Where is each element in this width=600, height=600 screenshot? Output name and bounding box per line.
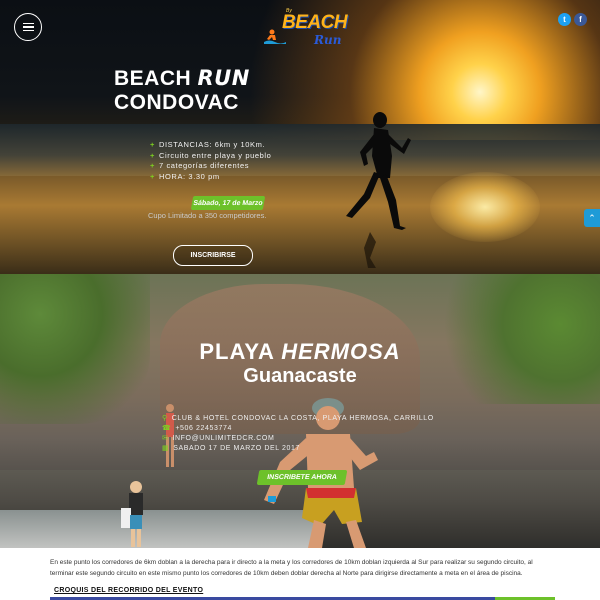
email-icon: ✉ [162, 435, 169, 442]
register-now-button[interactable]: INSCRIBETE AHORA [256, 470, 348, 485]
map-pin-icon: ⚲ [162, 415, 168, 422]
phone-icon: ☎ [162, 425, 172, 432]
register-button[interactable]: INSCRIBIRSE [173, 245, 253, 266]
hero-title-accent: RUN [197, 66, 250, 90]
route-description: En este punto los corredores de 6km dobl… [50, 559, 533, 577]
chevron-up-icon: ⌃ [588, 212, 596, 223]
beach-run-logo[interactable]: By BEACH Run [262, 8, 348, 48]
logo-beach-text: BEACH [282, 12, 348, 33]
hero-section: By BEACH Run t f BEACH RUN CONDOVAC + DIS… [0, 0, 600, 274]
detail-item: + Circuito entre playa y pueblo [150, 150, 272, 160]
location-subtitle: Guanacaste [243, 365, 357, 387]
location-title-accent: HERMOSA [281, 339, 401, 364]
sun-reflection [430, 172, 540, 242]
hero-title: BEACH RUN CONDOVAC [114, 66, 250, 114]
runner-silhouette [346, 112, 411, 268]
sea [0, 124, 600, 176]
menu-button[interactable] [14, 13, 42, 41]
contact-item: ⚲ CLUB & HOTEL CONDOVAC LA COSTA, PLAYA H… [162, 415, 434, 422]
contact-item[interactable]: ☎ +506 22453774 [162, 424, 434, 434]
detail-item: +7 categorías diferentes [150, 161, 250, 170]
child-figure [121, 481, 143, 547]
location-title: PLAYA HERMOSA [199, 339, 401, 364]
event-details-list: + DISTANCIAS: 6km y 10Km. + Circuito entre… [150, 140, 271, 182]
scroll-top-button[interactable]: ⌃ [584, 209, 600, 227]
calendar-icon: ▦ [162, 445, 170, 452]
date-badge: Sábado, 17 de Marzo [190, 196, 266, 210]
twitter-icon[interactable]: t [558, 13, 571, 26]
logo-run-text: Run [314, 33, 342, 47]
plus-icon: + [150, 161, 155, 170]
detail-item: + HORA: 3.30 pm [150, 171, 220, 181]
plus-icon: + [150, 171, 155, 181]
hero-title-line2: CONDOVAC [114, 91, 239, 114]
detail-item: + DISTANCIAS: 6km y 10Km. [150, 140, 266, 149]
plus-icon: + [150, 140, 155, 149]
facebook-icon[interactable]: f [574, 13, 587, 26]
contact-list: ⚲ CLUB & HOTEL CONDOVAC LA COSTA, PLAYA H… [162, 414, 434, 454]
hamburger-icon [22, 22, 34, 25]
route-map-heading: CROQUIS DEL RECORRIDO DEL EVENTO [54, 587, 204, 594]
contact-item[interactable]: ✉ INFO@UNLIMITEDCR.COM [162, 434, 434, 444]
contact-item: ▦ SABADO 17 DE MARZO DEL 2017 [162, 445, 301, 452]
capacity-note: Cupo Limitado a 350 competidores. [148, 211, 267, 220]
plus-icon: + [150, 150, 155, 160]
